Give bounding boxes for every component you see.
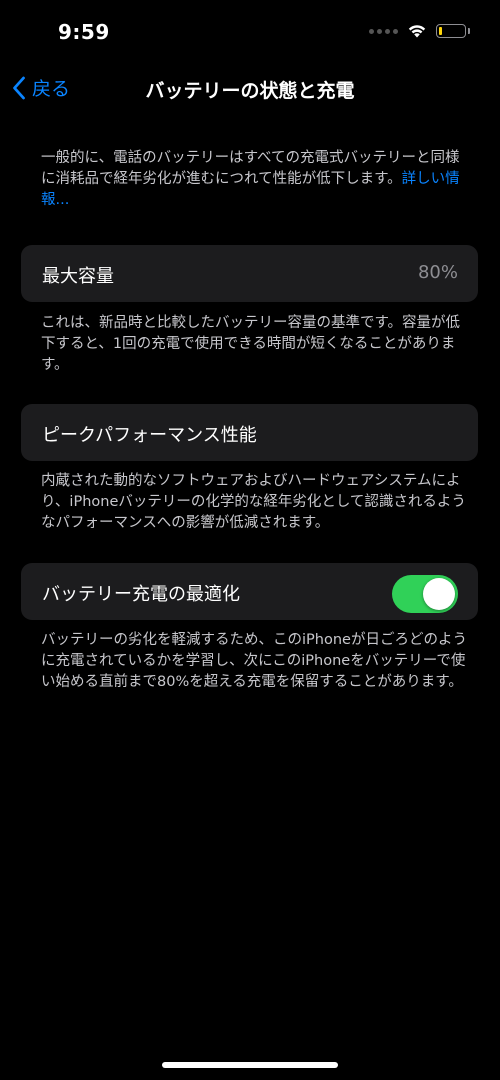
peak-performance-row: ピークパフォーマンス性能 bbox=[21, 404, 478, 461]
max-capacity-footer: これは、新品時と比較したバッテリー容量の基準です。容量が低下すると、1回の充電で… bbox=[41, 315, 461, 373]
status-time: 9:59 bbox=[58, 20, 110, 44]
intro-text: 一般的に、電話のバッテリーはすべての充電式バッテリーと同様に消耗品で経年劣化が進… bbox=[41, 150, 460, 187]
navigation-bar: 戻る バッテリーの状態と充電 bbox=[0, 66, 500, 112]
optimized-charging-row: バッテリー充電の最適化 bbox=[21, 563, 478, 620]
max-capacity-value: 80% bbox=[417, 262, 458, 283]
toggle-knob bbox=[423, 578, 455, 610]
max-capacity-row: 最大容量 80% bbox=[21, 245, 478, 302]
wifi-icon bbox=[408, 25, 426, 38]
signal-dots-icon bbox=[369, 28, 398, 34]
peak-performance-label: ピークパフォーマンス性能 bbox=[42, 425, 257, 446]
battery-level-fill bbox=[439, 27, 442, 35]
optimized-charging-label: バッテリー充電の最適化 bbox=[42, 584, 240, 605]
status-bar: 9:59 bbox=[0, 0, 500, 64]
battery-icon bbox=[436, 24, 470, 38]
optimized-charging-footer: バッテリーの劣化を軽減するため、このiPhoneが日ごろどのように充電されている… bbox=[41, 632, 467, 690]
page-title: バッテリーの状態と充電 bbox=[145, 80, 355, 102]
intro-text-block: 一般的に、電話のバッテリーはすべての充電式バッテリーと同様に消耗品で経年劣化が進… bbox=[41, 148, 461, 211]
status-icons bbox=[369, 24, 470, 38]
optimized-charging-toggle[interactable] bbox=[392, 575, 458, 613]
peak-performance-footer: 内蔵された動的なソフトウェアおよびハードウェアシステムにより、iPhoneバッテ… bbox=[41, 473, 466, 531]
home-indicator[interactable] bbox=[162, 1062, 338, 1068]
max-capacity-label: 最大容量 bbox=[42, 266, 114, 287]
